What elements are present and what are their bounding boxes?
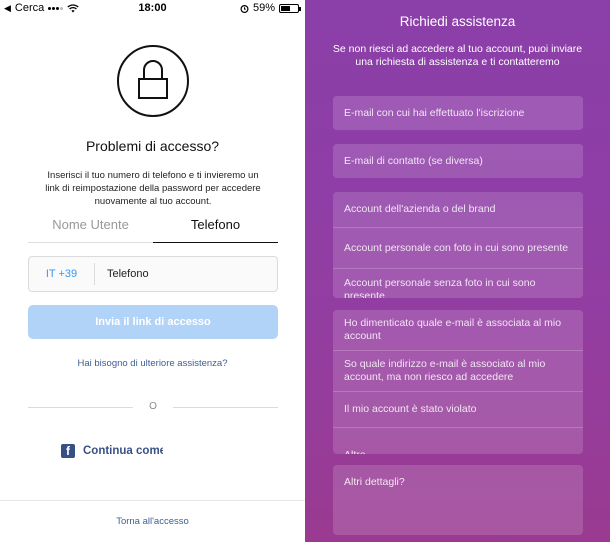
- footer: Torna all'accesso: [0, 500, 305, 542]
- battery-fill: [281, 5, 291, 11]
- support-title: Richiedi assistenza: [399, 14, 516, 29]
- status-bar: ◀ Cerca 18:00 59%: [0, 0, 305, 17]
- signup-email-input[interactable]: E-mail con cui hai effettuato l'iscrizio…: [333, 96, 583, 130]
- option-forgot-email[interactable]: Ho dimenticato quale e-mail è associata …: [333, 310, 583, 351]
- country-code-selector[interactable]: IT +39: [29, 263, 95, 285]
- option-personal-with-photos[interactable]: Account personale con foto in cui sono p…: [333, 228, 583, 269]
- need-more-help-link[interactable]: Hai bisogno di ulteriore assistenza?: [0, 358, 305, 369]
- continue-with-facebook-button[interactable]: f Continua come: [61, 444, 163, 458]
- battery-icon: [279, 3, 301, 13]
- contact-email-input[interactable]: E-mail di contatto (se diversa): [333, 144, 583, 178]
- login-help-screen: ◀ Cerca 18:00 59% Problemi di accesso? I…: [0, 0, 305, 542]
- option-other[interactable]: Altro: [333, 428, 583, 454]
- page-title: Problemi di accesso?: [85, 138, 220, 154]
- alarm-icon: [240, 4, 249, 13]
- facebook-icon: f: [61, 444, 75, 458]
- option-account-hacked[interactable]: Il mio account è stato violato: [333, 392, 583, 428]
- battery-percent: 59%: [252, 2, 275, 14]
- phone-input[interactable]: Telefono: [95, 268, 149, 280]
- tab-phone[interactable]: Telefono: [153, 212, 278, 243]
- or-divider: O: [28, 400, 278, 414]
- login-method-tabs: Nome Utente Telefono: [28, 212, 278, 244]
- lock-icon: [117, 45, 189, 117]
- account-type-options: Account dell'azienda o del brand Account…: [333, 192, 583, 298]
- instructions-text: Inserisci il tuo numero di telefono e ti…: [45, 170, 261, 207]
- phone-field[interactable]: IT +39 Telefono: [28, 256, 278, 292]
- facebook-button-label: Continua come: [83, 445, 163, 457]
- option-know-email-cannot-login[interactable]: So quale indirizzo e-mail è associato al…: [333, 351, 583, 392]
- option-business-account[interactable]: Account dell'azienda o del brand: [333, 192, 583, 228]
- additional-details-textarea[interactable]: Altri dettagli?: [333, 465, 583, 535]
- send-login-link-button[interactable]: Invia il link di accesso: [28, 305, 278, 339]
- back-to-login-link[interactable]: Torna all'accesso: [0, 516, 305, 527]
- tab-username[interactable]: Nome Utente: [28, 212, 153, 243]
- support-request-screen: Richiedi assistenza Se non riesci ad acc…: [305, 0, 610, 542]
- support-description: Se non riesci ad accedere al tuo account…: [332, 43, 583, 68]
- option-personal-without-photos[interactable]: Account personale senza foto in cui sono…: [333, 269, 583, 298]
- issue-options: Ho dimenticato quale e-mail è associata …: [333, 310, 583, 454]
